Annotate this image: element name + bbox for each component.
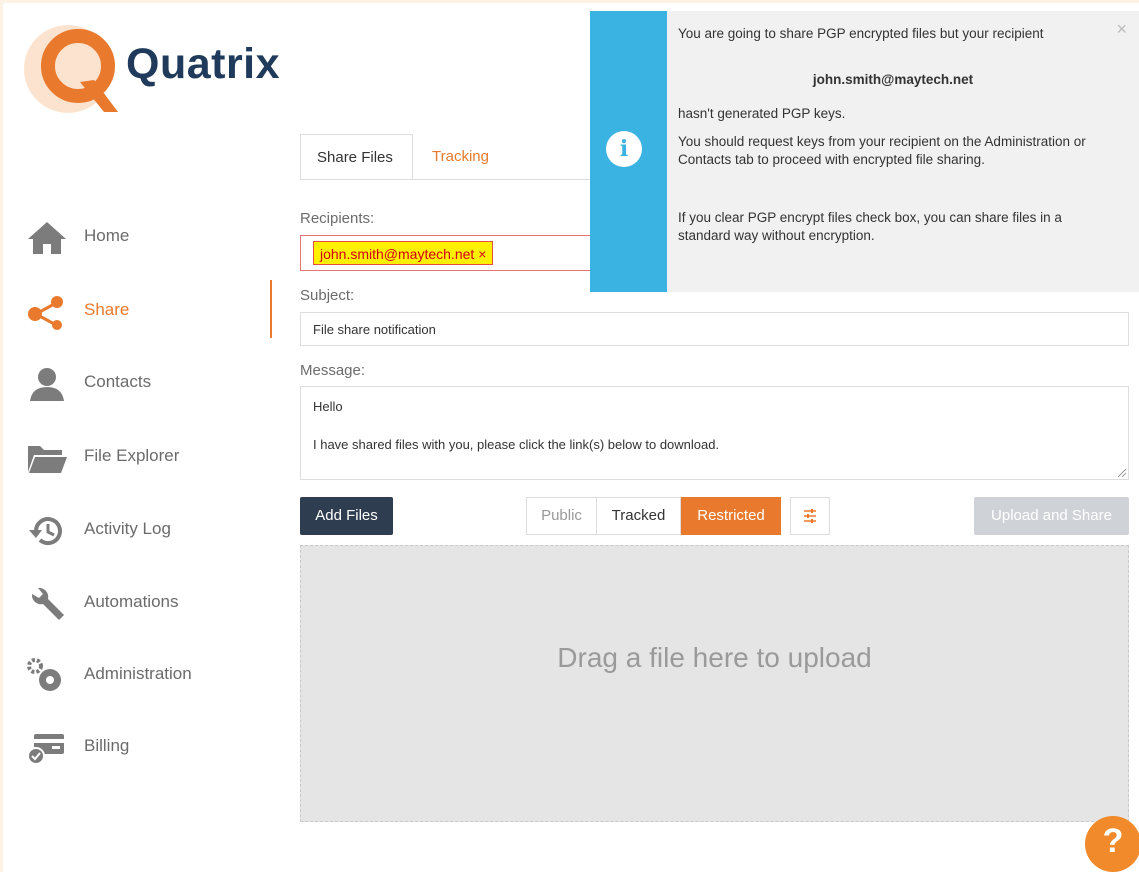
share-icon bbox=[28, 296, 63, 330]
sidebar-item-label: Contacts bbox=[84, 372, 152, 391]
access-tracked-option[interactable]: Tracked bbox=[596, 497, 681, 535]
remove-recipient-button[interactable]: × bbox=[478, 246, 486, 262]
info-icon: i bbox=[606, 131, 642, 167]
subject-field[interactable]: File share notification bbox=[300, 312, 1129, 346]
access-public-option[interactable]: Public bbox=[526, 497, 597, 535]
access-restricted-option[interactable]: Restricted bbox=[681, 497, 781, 535]
sidebar-item-label: Home bbox=[84, 226, 130, 245]
sidebar-item-label: Billing bbox=[84, 736, 130, 755]
home-icon bbox=[28, 222, 66, 254]
help-button[interactable]: ? bbox=[1085, 816, 1139, 872]
tab-tracking[interactable]: Tracking bbox=[416, 134, 505, 180]
brand-name: Quatrix bbox=[126, 40, 281, 88]
share-settings-button[interactable] bbox=[790, 497, 830, 535]
close-icon[interactable]: × bbox=[1116, 19, 1127, 40]
notification-text: hasn't generated PGP keys. bbox=[678, 106, 846, 121]
quatrix-logo[interactable]: Quatrix bbox=[22, 22, 292, 116]
sidebar-item-label: Activity Log bbox=[84, 519, 171, 538]
recipients-label: Recipients: bbox=[300, 210, 375, 227]
dropzone-text: Drag a file here to upload bbox=[557, 642, 872, 673]
tab-share-files[interactable]: Share Files bbox=[300, 134, 413, 180]
top-border bbox=[0, 0, 1139, 3]
sidebar-item-contacts[interactable]: Contacts bbox=[0, 352, 272, 412]
quatrix-logo-mark-icon bbox=[24, 25, 118, 113]
notification-body: You are going to share PGP encrypted fil… bbox=[678, 25, 1108, 245]
notification-text: If you clear PGP encrypt files check box… bbox=[678, 210, 1062, 243]
recipient-chip[interactable]: john.smith@maytech.net × bbox=[313, 241, 494, 265]
sliders-icon bbox=[804, 509, 816, 523]
sidebar-item-file-explorer[interactable]: File Explorer bbox=[0, 426, 272, 486]
notification-text: You are going to share PGP encrypted fil… bbox=[678, 26, 1044, 41]
subject-label: Subject: bbox=[300, 287, 355, 304]
recipients-input[interactable]: john.smith@maytech.net × bbox=[300, 235, 600, 271]
message-spacer bbox=[313, 415, 1116, 437]
pgp-warning-notification: i × You are going to share PGP encrypted… bbox=[590, 11, 1139, 292]
sidebar-item-label: Automations bbox=[84, 592, 179, 611]
contacts-icon bbox=[30, 368, 64, 401]
tab-divider bbox=[300, 179, 610, 180]
sidebar-item-administration[interactable]: Administration bbox=[0, 644, 272, 704]
notification-email: john.smith@maytech.net bbox=[812, 72, 974, 87]
wrench-icon bbox=[31, 587, 64, 620]
active-indicator bbox=[270, 280, 272, 338]
sidebar-item-activity-log[interactable]: Activity Log bbox=[0, 499, 272, 559]
question-icon: ? bbox=[1102, 822, 1124, 860]
notification-text: You should request keys from your recipi… bbox=[678, 134, 1086, 167]
message-line: Hello bbox=[313, 399, 343, 414]
add-files-button[interactable]: Add Files bbox=[300, 497, 393, 535]
sidebar-item-label: Administration bbox=[84, 664, 192, 683]
upload-and-share-button[interactable]: Upload and Share bbox=[974, 497, 1129, 535]
gears-icon bbox=[27, 658, 61, 691]
billing-icon bbox=[27, 734, 64, 765]
resize-handle-icon[interactable] bbox=[1118, 469, 1126, 477]
message-label: Message: bbox=[300, 362, 366, 379]
sidebar-item-label: File Explorer bbox=[84, 446, 180, 465]
sidebar-item-automations[interactable]: Automations bbox=[0, 572, 272, 632]
history-icon bbox=[29, 517, 62, 546]
sidebar-item-share[interactable]: Share bbox=[0, 280, 272, 340]
sidebar-item-home[interactable]: Home bbox=[0, 206, 272, 266]
message-line: I have shared files with you, please cli… bbox=[313, 437, 720, 452]
notification-strip: i bbox=[590, 11, 667, 292]
recipient-email: john.smith@maytech.net bbox=[320, 246, 475, 262]
sidebar-item-label: Share bbox=[84, 300, 130, 319]
folder-icon bbox=[28, 446, 67, 473]
file-dropzone[interactable]: Drag a file here to upload bbox=[300, 545, 1129, 822]
message-field[interactable]: Hello I have shared files with you, plea… bbox=[300, 386, 1129, 480]
sidebar-item-billing[interactable]: Billing bbox=[0, 716, 272, 776]
